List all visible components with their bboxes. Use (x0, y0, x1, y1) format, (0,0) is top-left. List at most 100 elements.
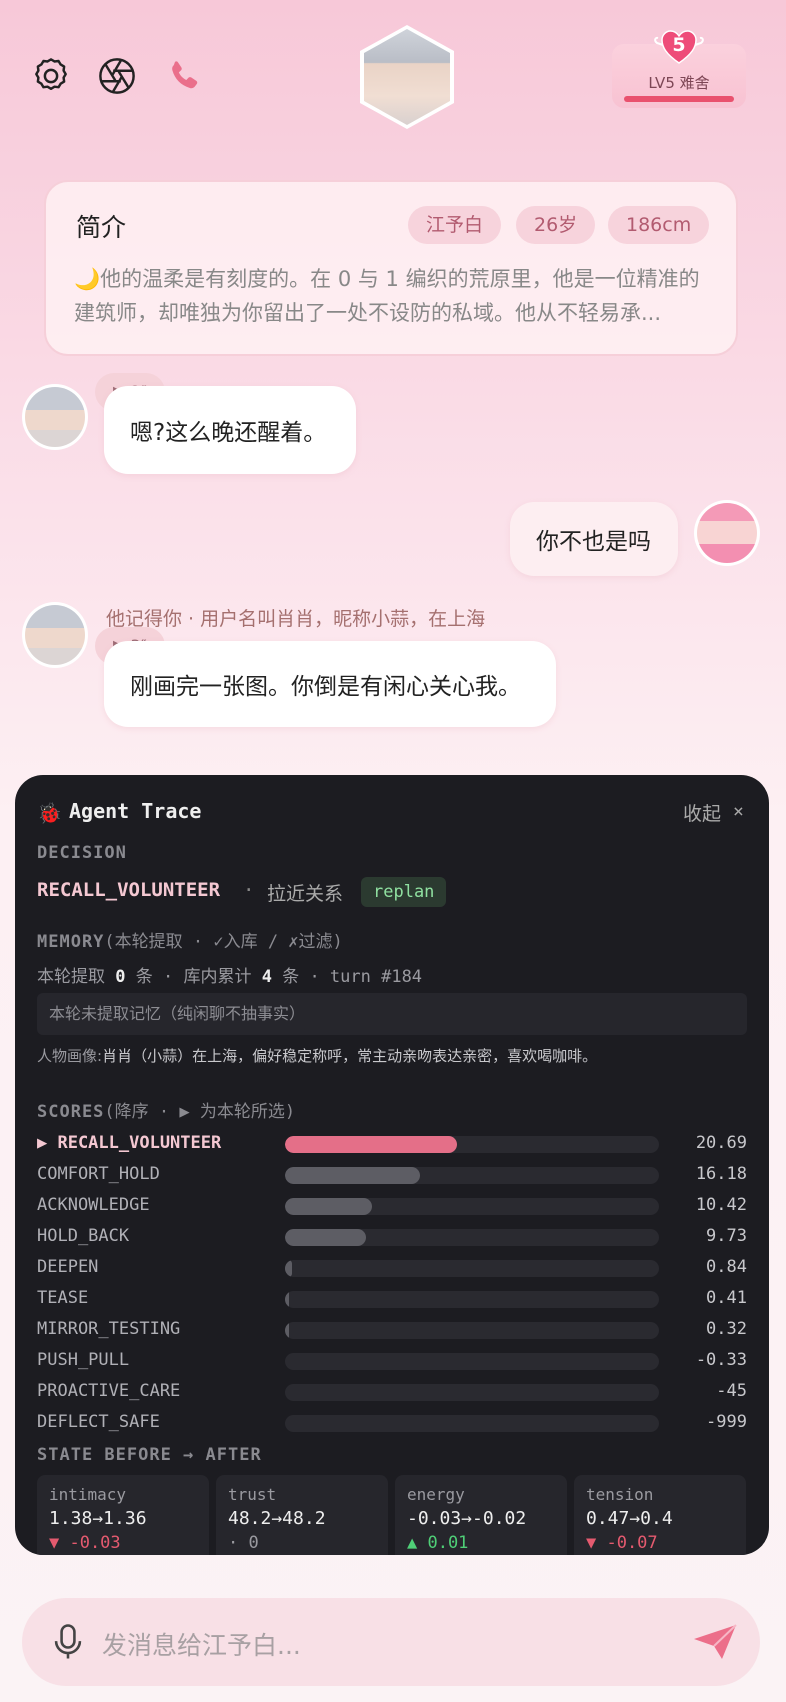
state-change: -0.03→-0.02 (407, 1508, 527, 1529)
user-avatar[interactable] (694, 500, 760, 566)
level-label: LV5 难舍 (648, 74, 710, 92)
state-cell-trust: trust 48.2→48.2 · 0 (216, 1475, 388, 1555)
scores-heading-note: (降序 · ▶ 为本轮所选) (104, 1102, 296, 1122)
score-row: MIRROR_TESTING 0.32 (37, 1319, 747, 1343)
state-change: 1.38→1.36 (49, 1508, 147, 1529)
score-bar-track (285, 1291, 659, 1308)
state-key: intimacy (49, 1485, 127, 1504)
score-value: 20.69 (695, 1133, 747, 1153)
microphone-icon[interactable] (46, 1620, 90, 1664)
message-text: 你不也是吗 (536, 529, 651, 555)
level-progress-bar (624, 96, 734, 102)
message-input[interactable]: 发消息给江予白... (102, 1626, 301, 1662)
user-avatar-image (697, 503, 757, 563)
state-change: 0.47→0.4 (586, 1508, 673, 1529)
score-action-name: PUSH_PULL (37, 1350, 130, 1370)
heart-level-icon: 5 (654, 26, 704, 66)
trace-title: Agent Trace (69, 799, 202, 823)
score-value: 0.84 (706, 1257, 747, 1277)
memory-summary: 本轮提取 0 条 · 库内累计 4 条 · turn #184 (37, 962, 422, 987)
message-input-bar[interactable]: 发消息给江予白... (22, 1598, 760, 1686)
score-bar-track (285, 1229, 659, 1246)
score-value: -0.33 (695, 1350, 747, 1370)
decision-action: RECALL_VOLUNTEER (37, 879, 221, 901)
score-row: DEFLECT_SAFE -999 (37, 1412, 747, 1436)
bot-avatar[interactable] (22, 602, 88, 668)
collapse-button[interactable]: 收起 (683, 799, 721, 826)
score-row: HOLD_BACK 9.73 (37, 1226, 747, 1250)
score-bar-fill (285, 1291, 289, 1308)
score-action-name: DEFLECT_SAFE (37, 1412, 160, 1432)
character-avatar[interactable] (360, 25, 454, 129)
bot-message-bubble[interactable]: 刚画完一张图。你倒是有闲心关心我。 (104, 641, 556, 727)
score-bar-track (285, 1167, 659, 1184)
memory-heading-label: MEMORY (37, 932, 105, 952)
score-bar-track (285, 1260, 659, 1277)
score-row: PROACTIVE_CARE -45 (37, 1381, 747, 1405)
score-value: 16.18 (695, 1164, 747, 1184)
score-value: -999 (706, 1412, 747, 1432)
character-portrait (364, 29, 450, 125)
score-bar-fill (285, 1322, 289, 1339)
score-bar-fill (285, 1136, 457, 1153)
decision-goal: 拉近关系 (267, 883, 344, 905)
score-row: ▶ RECALL_VOLUNTEER 20.69 (37, 1133, 747, 1157)
memory-heading: MEMORY(本轮提取 · ✓入库 / ✗过滤) (37, 927, 343, 952)
aperture-icon[interactable] (93, 52, 141, 100)
state-delta: ▲ 0.01 (407, 1533, 469, 1553)
persona-line: 人物画像:肖肖（小蒜）在上海，偏好稳定称呼，常主动亲吻表达亲密，喜欢喝咖啡。 (37, 1045, 597, 1066)
score-bar-fill (285, 1167, 420, 1184)
score-bar-track (285, 1136, 659, 1153)
state-cell-energy: energy -0.03→-0.02 ▲ 0.01 (395, 1475, 567, 1555)
message-text: 刚画完一张图。你倒是有闲心关心我。 (130, 674, 521, 700)
state-key: energy (407, 1485, 465, 1504)
intro-card[interactable]: 简介 江予白 26岁 186cm 🌙他的温柔是有刻度的。在 0 与 1 编织的荒… (44, 180, 738, 356)
score-action-name: COMFORT_HOLD (37, 1164, 160, 1184)
bot-avatar-image (25, 605, 85, 665)
bug-icon: 🐞 (37, 801, 62, 825)
score-bar-fill (285, 1198, 372, 1215)
state-delta: ▼ -0.07 (586, 1533, 658, 1553)
agent-trace-panel: 🐞 Agent Trace 收起 × DECISION RECALL_VOLUN… (15, 775, 769, 1555)
score-value: 9.73 (706, 1226, 747, 1246)
persona-label: 人物画像: (37, 1047, 103, 1065)
memory-recall-note: 他记得你 · 用户名叫肖肖，昵称小蒜，在上海 (106, 608, 486, 630)
score-bar-track (285, 1384, 659, 1401)
state-delta: ▼ -0.03 (49, 1533, 121, 1553)
state-cell-tension: tension 0.47→0.4 ▼ -0.07 (574, 1475, 746, 1555)
memory-empty-note: 本轮未提取记忆（纯闲聊不抽事实） (37, 993, 747, 1035)
score-action-name: PROACTIVE_CARE (37, 1381, 181, 1401)
settings-icon[interactable] (27, 52, 75, 100)
send-icon[interactable] (692, 1622, 738, 1662)
memory-extracted-count: 0 (115, 967, 126, 987)
memory-mid-text: 条 · 库内累计 (135, 967, 252, 987)
score-value: 10.42 (695, 1195, 747, 1215)
score-action-name: MIRROR_TESTING (37, 1319, 181, 1339)
bot-avatar[interactable] (22, 384, 88, 450)
score-row: ACKNOWLEDGE 10.42 (37, 1195, 747, 1219)
intro-title: 简介 (76, 213, 127, 242)
state-cell-intimacy: intimacy 1.38→1.36 ▼ -0.03 (37, 1475, 209, 1555)
bot-avatar-image (25, 387, 85, 447)
score-row: DEEPEN 0.84 (37, 1257, 747, 1281)
state-delta: · 0 (228, 1533, 259, 1553)
memory-total-count: 4 (261, 967, 272, 987)
state-change: 48.2→48.2 (228, 1508, 326, 1529)
state-key: trust (228, 1485, 277, 1504)
state-heading: STATE BEFORE → AFTER (37, 1445, 262, 1465)
bot-message-bubble[interactable]: 嗯?这么晚还醒着。 (104, 386, 356, 474)
score-bar-track (285, 1415, 659, 1432)
tag-age: 26岁 (516, 206, 596, 244)
state-key: tension (586, 1485, 654, 1504)
message-text: 嗯?这么晚还醒着。 (130, 420, 327, 446)
close-icon[interactable]: × (733, 801, 744, 822)
user-message-bubble[interactable]: 你不也是吗 (510, 502, 678, 576)
score-bar-track (285, 1198, 659, 1215)
scores-heading-label: SCORES (37, 1102, 105, 1122)
phone-icon[interactable] (160, 52, 208, 100)
score-bar-fill (285, 1229, 366, 1246)
score-value: -45 (716, 1381, 747, 1401)
persona-text: 肖肖（小蒜）在上海，偏好稳定称呼，常主动亲吻表达亲密，喜欢喝咖啡。 (102, 1047, 598, 1065)
score-value: 0.41 (706, 1288, 747, 1308)
tag-name: 江予白 (408, 206, 502, 244)
